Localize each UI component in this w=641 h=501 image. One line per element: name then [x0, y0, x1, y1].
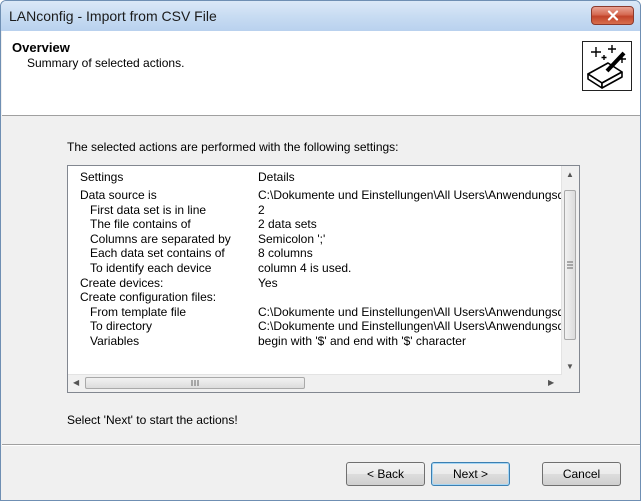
close-icon: [607, 10, 618, 21]
wizard-magic-icon: [582, 41, 632, 91]
table-row[interactable]: Columns are separated by Semicolon ';': [68, 232, 562, 246]
scroll-left-icon[interactable]: ◀: [73, 378, 79, 387]
page-subtitle: Summary of selected actions.: [27, 56, 185, 70]
close-button[interactable]: [591, 6, 634, 25]
horizontal-scrollbar[interactable]: ◀ ▶: [68, 374, 562, 392]
cancel-button[interactable]: Cancel: [542, 462, 621, 486]
detail-cell: C:\Dokumente und Einstellungen\All Users…: [258, 319, 571, 334]
setting-cell: To identify each device: [90, 261, 212, 275]
detail-cell: 8 columns: [258, 246, 313, 261]
window-title: LANconfig - Import from CSV File: [9, 8, 217, 24]
grip-icon: [191, 380, 199, 386]
setting-cell: Variables: [90, 334, 140, 348]
horizontal-scroll-thumb[interactable]: [85, 377, 305, 389]
table-row[interactable]: Variables begin with '$' and end with '$'…: [68, 334, 562, 348]
next-button[interactable]: Next >: [431, 462, 510, 486]
setting-cell: Columns are separated by: [90, 231, 231, 246]
setting-cell: From template file: [90, 304, 187, 319]
back-button-label: < Back: [366, 467, 405, 481]
intro-text: The selected actions are performed with …: [67, 140, 399, 154]
scroll-up-icon[interactable]: ▲: [566, 170, 574, 179]
detail-cell: C:\Dokumente und Einstellungen\All Users…: [258, 304, 571, 319]
detail-cell: begin with '$' and end with '$' characte…: [258, 334, 466, 348]
table-row[interactable]: First data set is in line 2: [68, 203, 562, 217]
scroll-right-icon[interactable]: ▶: [548, 378, 554, 387]
detail-cell: 2 data sets: [258, 217, 317, 232]
column-header-settings[interactable]: Settings: [80, 170, 123, 186]
page-title: Overview: [12, 40, 70, 55]
vertical-scrollbar[interactable]: ▲ ▼: [561, 166, 579, 376]
table-row[interactable]: The file contains of 2 data sets: [68, 217, 562, 231]
back-button[interactable]: < Back: [346, 462, 425, 486]
table-row[interactable]: To identify each device column 4 is used.: [68, 261, 562, 275]
column-header-details[interactable]: Details: [258, 170, 295, 186]
setting-cell: To directory: [90, 319, 153, 334]
grip-icon: [567, 261, 573, 269]
detail-cell: C:\Dokumente und Einstellungen\All Users…: [258, 188, 571, 202]
setting-cell: Create devices:: [80, 275, 164, 290]
detail-cell: Semicolon ';': [258, 231, 326, 246]
table-row[interactable]: Data source is C:\Dokumente und Einstellu…: [68, 188, 571, 202]
table-row[interactable]: To directory C:\Dokumente und Einstellung…: [68, 319, 571, 334]
detail-cell: Yes: [258, 275, 278, 290]
table-row[interactable]: Create configuration files:: [68, 290, 562, 304]
setting-cell: Data source is: [80, 188, 157, 202]
table-row[interactable]: From template file C:\Dokumente und Einst…: [68, 304, 571, 319]
table-row[interactable]: Create devices: Yes: [68, 276, 562, 290]
wizard-header: Overview Summary of selected actions.: [2, 31, 640, 116]
setting-cell: Each data set contains of: [90, 246, 225, 261]
setting-cell: First data set is in line: [90, 202, 207, 217]
detail-cell: column 4 is used.: [258, 261, 352, 275]
setting-cell: Create configuration files:: [80, 290, 217, 305]
table-row[interactable]: Each data set contains of 8 columns: [68, 246, 562, 260]
scrollbar-corner: [562, 375, 579, 392]
title-bar[interactable]: LANconfig - Import from CSV File: [1, 1, 640, 31]
settings-list[interactable]: Settings Details Data source is C:\Dokume…: [67, 165, 580, 393]
button-separator: [2, 444, 640, 446]
dialog-window: LANconfig - Import from CSV File Overvie…: [0, 0, 641, 501]
cancel-button-label: Cancel: [562, 467, 601, 481]
scroll-down-icon[interactable]: ▼: [566, 362, 574, 371]
next-button-label: Next >: [452, 467, 488, 481]
detail-cell: 2: [258, 202, 265, 217]
instruction-text: Select 'Next' to start the actions!: [67, 413, 238, 427]
vertical-scroll-thumb[interactable]: [564, 190, 576, 340]
setting-cell: The file contains of: [90, 217, 191, 232]
